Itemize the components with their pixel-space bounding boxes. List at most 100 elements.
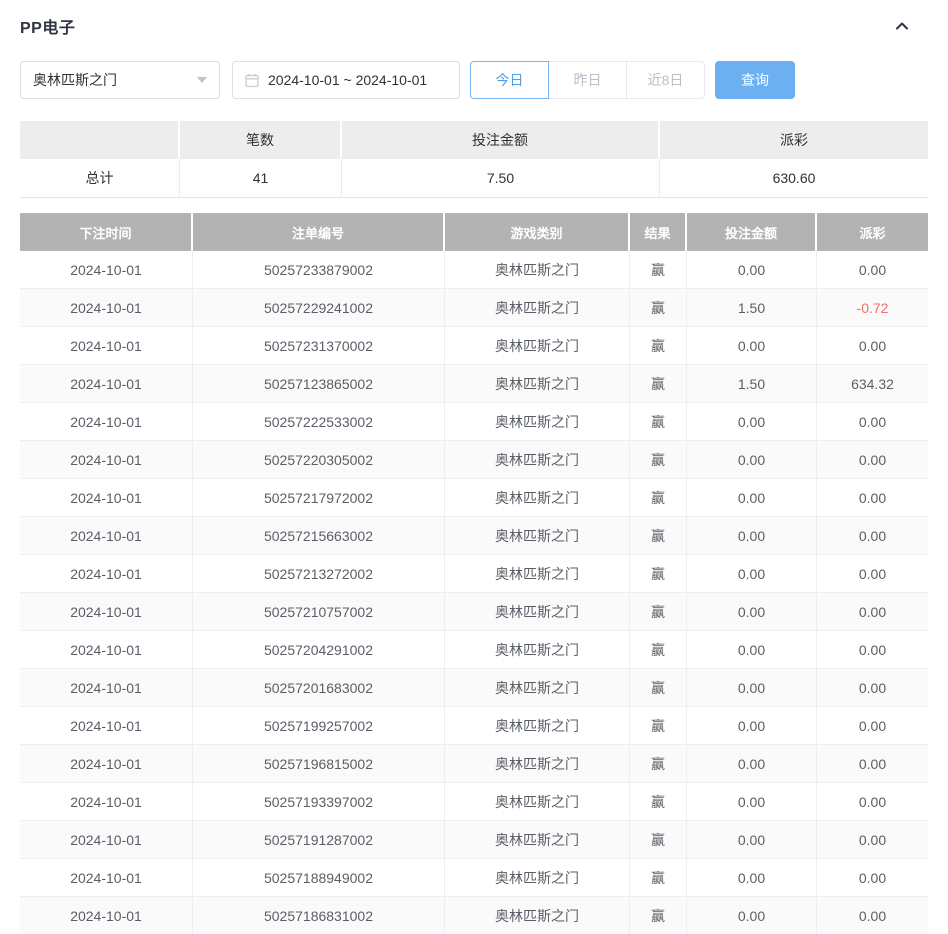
query-button[interactable]: 查询 <box>715 61 795 99</box>
cell-order-number: 50257123865002 <box>193 365 445 403</box>
cell-bet-time: 2024-10-01 <box>20 745 193 783</box>
cell-bet-amount: 0.00 <box>687 707 817 745</box>
cell-payout: 0.00 <box>817 479 928 517</box>
cell-bet-time: 2024-10-01 <box>20 365 193 403</box>
cell-game-category: 奥林匹斯之门 <box>445 403 630 441</box>
game-select-value: 奥林匹斯之门 <box>33 72 117 88</box>
cell-bet-amount: 0.00 <box>687 783 817 821</box>
bets-header-time: 下注时间 <box>20 213 193 251</box>
cell-bet-time: 2024-10-01 <box>20 479 193 517</box>
table-row: 2024-10-01 50257217972002 奥林匹斯之门 赢 0.00 … <box>20 479 928 517</box>
cell-bet-time: 2024-10-01 <box>20 669 193 707</box>
cell-payout: -0.72 <box>817 289 928 327</box>
game-select[interactable]: 奥林匹斯之门 <box>20 61 220 99</box>
table-row: 2024-10-01 50257215663002 奥林匹斯之门 赢 0.00 … <box>20 517 928 555</box>
table-row: 2024-10-01 50257186831002 奥林匹斯之门 赢 0.00 … <box>20 897 928 934</box>
cell-payout: 0.00 <box>817 441 928 479</box>
cell-result: 赢 <box>630 403 687 441</box>
cell-result: 赢 <box>630 897 687 934</box>
summary-header-empty <box>20 121 180 159</box>
cell-bet-time: 2024-10-01 <box>20 555 193 593</box>
cell-payout: 0.00 <box>817 327 928 365</box>
cell-payout: 0.00 <box>817 555 928 593</box>
cell-bet-amount: 0.00 <box>687 859 817 897</box>
panel-header: PP电子 <box>20 0 928 38</box>
cell-game-category: 奥林匹斯之门 <box>445 327 630 365</box>
cell-game-category: 奥林匹斯之门 <box>445 479 630 517</box>
cell-game-category: 奥林匹斯之门 <box>445 517 630 555</box>
table-row: 2024-10-01 50257193397002 奥林匹斯之门 赢 0.00 … <box>20 783 928 821</box>
cell-game-category: 奥林匹斯之门 <box>445 251 630 289</box>
cell-result: 赢 <box>630 289 687 327</box>
cell-game-category: 奥林匹斯之门 <box>445 897 630 934</box>
cell-order-number: 50257199257002 <box>193 707 445 745</box>
cell-payout: 0.00 <box>817 403 928 441</box>
bets-header-row: 下注时间 注单编号 游戏类别 结果 投注金额 派彩 <box>20 213 928 251</box>
table-row: 2024-10-01 50257233879002 奥林匹斯之门 赢 0.00 … <box>20 251 928 289</box>
table-row: 2024-10-01 50257196815002 奥林匹斯之门 赢 0.00 … <box>20 745 928 783</box>
collapse-button[interactable] <box>892 16 912 36</box>
table-row: 2024-10-01 50257191287002 奥林匹斯之门 赢 0.00 … <box>20 821 928 859</box>
summary-header-count: 笔数 <box>180 121 342 159</box>
cell-payout: 0.00 <box>817 745 928 783</box>
cell-payout: 0.00 <box>817 251 928 289</box>
bets-header-amount: 投注金额 <box>687 213 817 251</box>
cell-bet-time: 2024-10-01 <box>20 821 193 859</box>
summary-table: 笔数 投注金额 派彩 总计 41 7.50 630.60 <box>20 121 928 198</box>
calendar-icon <box>244 72 260 88</box>
cell-result: 赢 <box>630 555 687 593</box>
cell-bet-amount: 0.00 <box>687 403 817 441</box>
cell-bet-amount: 0.00 <box>687 441 817 479</box>
cell-bet-time: 2024-10-01 <box>20 441 193 479</box>
quick-filter-yesterday[interactable]: 昨日 <box>548 61 627 99</box>
cell-order-number: 50257204291002 <box>193 631 445 669</box>
cell-bet-time: 2024-10-01 <box>20 783 193 821</box>
cell-payout: 0.00 <box>817 517 928 555</box>
cell-bet-amount: 1.50 <box>687 289 817 327</box>
cell-game-category: 奥林匹斯之门 <box>445 631 630 669</box>
cell-result: 赢 <box>630 251 687 289</box>
cell-bet-amount: 0.00 <box>687 745 817 783</box>
cell-game-category: 奥林匹斯之门 <box>445 669 630 707</box>
cell-result: 赢 <box>630 821 687 859</box>
cell-result: 赢 <box>630 707 687 745</box>
cell-result: 赢 <box>630 441 687 479</box>
cell-game-category: 奥林匹斯之门 <box>445 365 630 403</box>
table-row: 2024-10-01 50257123865002 奥林匹斯之门 赢 1.50 … <box>20 365 928 403</box>
cell-order-number: 50257201683002 <box>193 669 445 707</box>
cell-game-category: 奥林匹斯之门 <box>445 441 630 479</box>
cell-bet-amount: 0.00 <box>687 555 817 593</box>
cell-result: 赢 <box>630 745 687 783</box>
page-title: PP电子 <box>20 20 76 37</box>
cell-bet-amount: 0.00 <box>687 669 817 707</box>
cell-order-number: 50257188949002 <box>193 859 445 897</box>
cell-bet-amount: 0.00 <box>687 479 817 517</box>
cell-order-number: 50257222533002 <box>193 403 445 441</box>
quick-filter-last8days[interactable]: 近8日 <box>626 61 705 99</box>
cell-bet-amount: 0.00 <box>687 897 817 934</box>
table-row: 2024-10-01 50257229241002 奥林匹斯之门 赢 1.50 … <box>20 289 928 327</box>
table-row: 2024-10-01 50257188949002 奥林匹斯之门 赢 0.00 … <box>20 859 928 897</box>
cell-result: 赢 <box>630 669 687 707</box>
cell-bet-time: 2024-10-01 <box>20 593 193 631</box>
cell-payout: 0.00 <box>817 631 928 669</box>
cell-bet-time: 2024-10-01 <box>20 517 193 555</box>
cell-payout: 0.00 <box>817 707 928 745</box>
summary-header-bet-amount: 投注金额 <box>342 121 660 159</box>
cell-bet-amount: 1.50 <box>687 365 817 403</box>
summary-total-count: 41 <box>180 159 342 198</box>
cell-game-category: 奥林匹斯之门 <box>445 783 630 821</box>
cell-game-category: 奥林匹斯之门 <box>445 859 630 897</box>
date-range-input[interactable]: 2024-10-01 ~ 2024-10-01 <box>232 61 460 99</box>
table-row: 2024-10-01 50257222533002 奥林匹斯之门 赢 0.00 … <box>20 403 928 441</box>
filter-bar: 奥林匹斯之门 2024-10-01 ~ 2024-10-01 今日 昨日 近8日… <box>20 61 928 99</box>
quick-filter-today[interactable]: 今日 <box>470 61 549 99</box>
cell-order-number: 50257210757002 <box>193 593 445 631</box>
cell-game-category: 奥林匹斯之门 <box>445 289 630 327</box>
cell-result: 赢 <box>630 631 687 669</box>
cell-bet-amount: 0.00 <box>687 821 817 859</box>
table-row: 2024-10-01 50257231370002 奥林匹斯之门 赢 0.00 … <box>20 327 928 365</box>
bets-header-payout: 派彩 <box>817 213 928 251</box>
cell-bet-amount: 0.00 <box>687 593 817 631</box>
cell-order-number: 50257191287002 <box>193 821 445 859</box>
